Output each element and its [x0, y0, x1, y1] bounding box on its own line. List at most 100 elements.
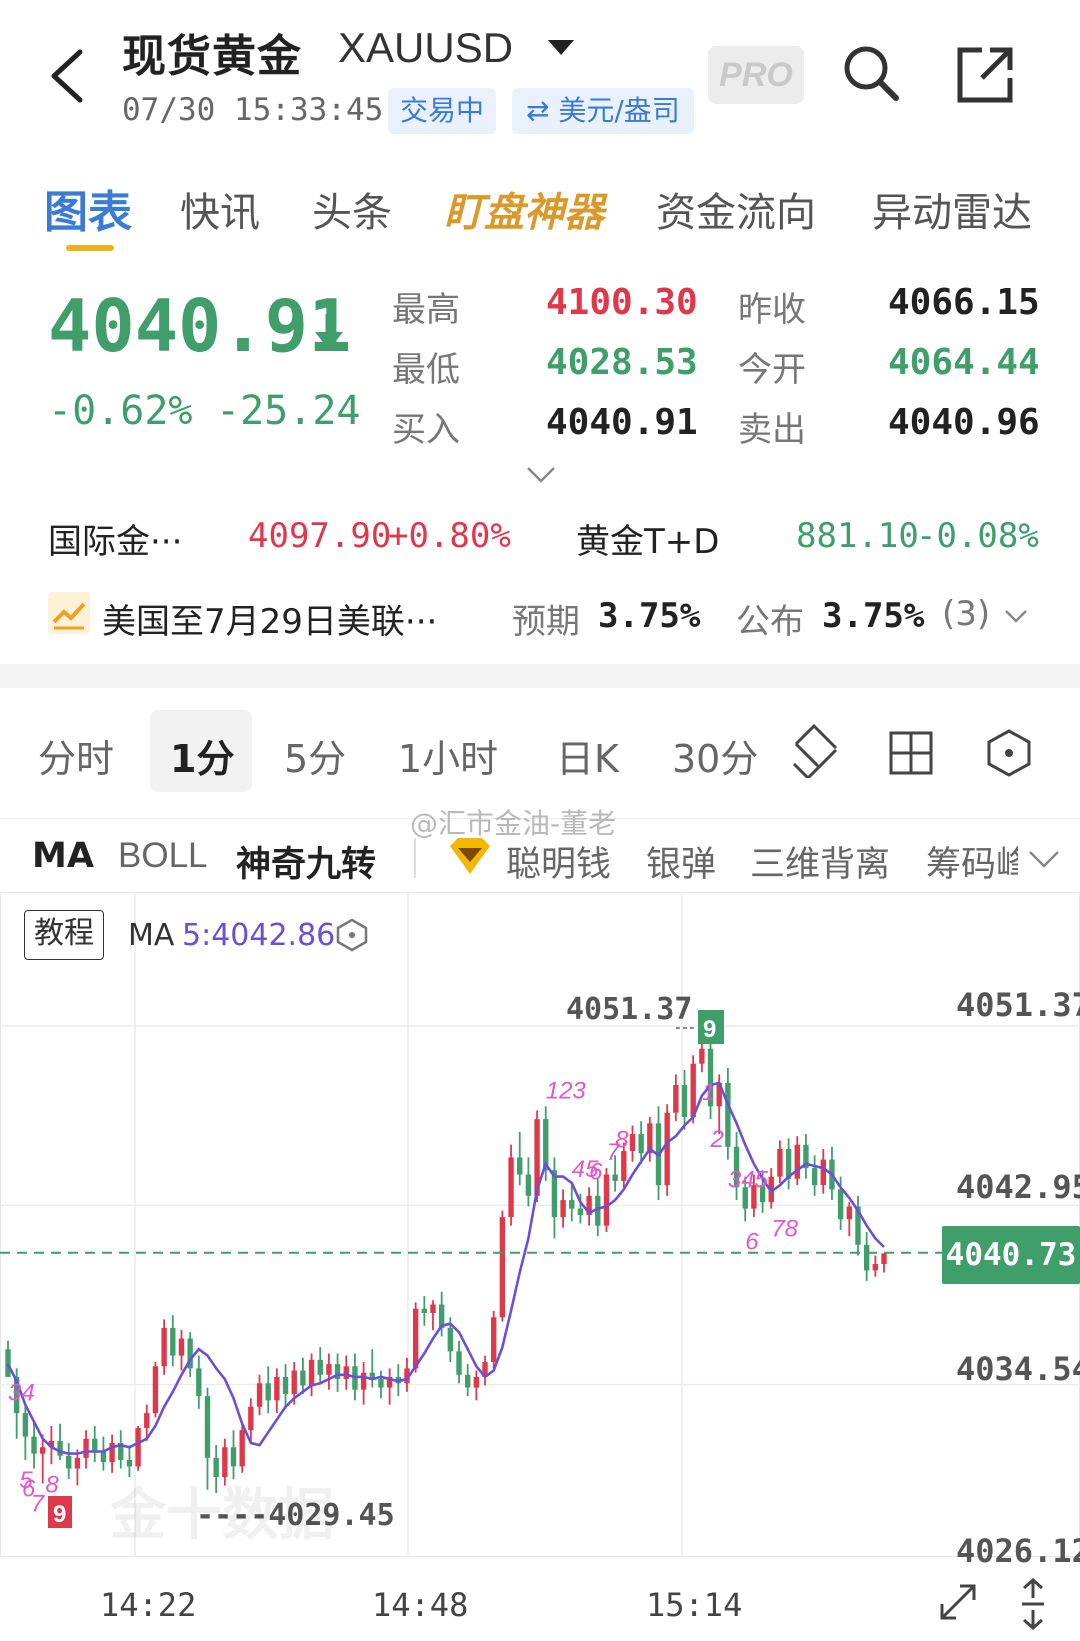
candle-body — [248, 1406, 254, 1431]
candle-body — [629, 1134, 636, 1152]
ask-label: 卖出 — [738, 410, 806, 450]
layout-grid-icon[interactable] — [888, 730, 934, 776]
candle-body — [22, 1413, 29, 1437]
candlestick-chart[interactable]: 34567812345678123456 7899 — [0, 892, 1080, 1557]
event-actual-label: 公布 — [736, 602, 804, 642]
candle-body — [178, 1338, 185, 1356]
candle-body — [5, 1349, 11, 1377]
candle-body — [83, 1438, 89, 1458]
candle-body — [881, 1253, 887, 1264]
indicator-chip-peak[interactable]: 筹码峰 — [926, 836, 1018, 887]
td9-count-mark: 6 — [745, 1228, 759, 1255]
candle-body — [464, 1374, 471, 1388]
candle-body — [412, 1308, 419, 1369]
td9-count-mark: 345 — [728, 1167, 769, 1194]
period-tab-timeshare[interactable]: 分时 — [38, 728, 114, 783]
event-text[interactable]: 美国至7月29日美联··· — [102, 594, 437, 643]
chevron-down-icon[interactable] — [1028, 850, 1060, 868]
period-tab-1h[interactable]: 1小时 — [398, 728, 498, 783]
td9-buy-badge-label: 9 — [53, 1501, 66, 1528]
candle-body — [777, 1148, 783, 1177]
indicator-td9[interactable]: 神奇九转 — [236, 836, 376, 887]
ma-legend-value: 5:4042.86 — [182, 918, 336, 953]
related-pct-2: -0.08% — [916, 516, 1039, 556]
x-axis-label: 14:48 — [372, 1586, 469, 1624]
search-icon[interactable] — [842, 44, 900, 102]
related-value-1: 4097.90 — [248, 516, 392, 556]
chevron-down-icon[interactable] — [1004, 608, 1028, 623]
candle-body — [517, 1157, 523, 1175]
indicator-divergence[interactable]: 三维背离 — [750, 836, 890, 887]
bid-value: 4040.91 — [546, 402, 698, 443]
tab-capital-flow[interactable]: 资金流向 — [656, 180, 816, 238]
candle-body — [508, 1157, 514, 1218]
tab-headlines[interactable]: 头条 — [312, 180, 392, 238]
tab-news[interactable]: 快讯 — [180, 180, 260, 238]
candle-body — [820, 1159, 826, 1186]
tab-watcher[interactable]: 盯盘神器 — [444, 180, 604, 238]
period-tab-30m[interactable]: 30分 — [672, 728, 762, 783]
unit-switch-badge[interactable]: ⇄ 美元/盎司 — [512, 88, 694, 134]
candle-body — [135, 1428, 141, 1467]
ma-settings-icon[interactable] — [336, 918, 368, 952]
candle-body — [621, 1151, 627, 1181]
related-name-2[interactable]: 黄金T+D — [576, 514, 719, 563]
candle-body — [196, 1368, 202, 1397]
period-tab-1m[interactable]: 1分 — [170, 728, 234, 783]
indicator-silver-bullet[interactable]: 银弹 — [646, 836, 716, 887]
x-axis-label: 15:14 — [646, 1586, 743, 1624]
vertical-scale-icon[interactable] — [1016, 1576, 1050, 1632]
candle-body — [360, 1372, 367, 1390]
share-icon[interactable] — [956, 46, 1014, 104]
brand-watermark: 金十数据 — [110, 1483, 334, 1548]
candle-body — [100, 1451, 107, 1463]
indicator-boll[interactable]: BOLL — [118, 836, 208, 876]
candle-body — [638, 1134, 644, 1154]
td9-count-mark: 2 — [710, 1126, 724, 1153]
candle-body — [126, 1460, 133, 1467]
ask-value: 4040.96 — [888, 402, 1040, 443]
period-tab-5m[interactable]: 5分 — [284, 728, 346, 783]
td9-count-mark: 34 — [8, 1380, 35, 1407]
candle-body — [31, 1436, 37, 1454]
indicator-smart-money[interactable]: 聪明钱 — [506, 836, 611, 887]
ma5-line — [6, 1081, 885, 1455]
bid-label: 买入 — [392, 410, 460, 450]
candle-body — [421, 1308, 428, 1314]
current-price-tag: 4040.73 — [942, 1226, 1080, 1284]
tutorial-button[interactable]: 教程 — [24, 910, 104, 960]
tab-active-indicator — [66, 245, 114, 251]
related-name-1[interactable]: 国际金··· — [48, 514, 182, 563]
related-pct-1: +0.80% — [388, 516, 511, 556]
candle-body — [725, 1082, 731, 1147]
chart-settings-icon[interactable] — [986, 728, 1032, 778]
drawing-tool-icon[interactable] — [790, 723, 840, 781]
candle-body — [664, 1112, 670, 1186]
event-expected-label: 预期 — [512, 602, 580, 642]
tab-chart[interactable]: 图表 — [44, 176, 132, 240]
candle-body — [456, 1351, 462, 1375]
event-count[interactable]: (3) — [942, 594, 990, 634]
related-value-2: 881.10 — [796, 516, 919, 556]
pro-button[interactable]: PRO — [708, 46, 804, 104]
fullscreen-icon[interactable] — [936, 1580, 980, 1624]
candle-body — [872, 1263, 879, 1271]
event-actual-value: 3.75% — [822, 596, 925, 636]
candle-body — [74, 1457, 81, 1469]
change-percent: -0.62% — [48, 388, 193, 434]
period-tab-daily[interactable]: 日K — [556, 728, 619, 783]
candle-body — [92, 1438, 98, 1452]
candle-body — [846, 1206, 852, 1220]
indicator-ma[interactable]: MA — [32, 836, 94, 876]
candle-body — [491, 1317, 497, 1363]
high-marker-label: 4051.37 — [566, 992, 693, 1027]
back-button[interactable] — [44, 44, 94, 108]
candle-body — [811, 1168, 818, 1186]
symbol-selector[interactable]: XAUUSD — [338, 24, 513, 72]
page-title: 现货黄金 — [122, 31, 302, 82]
low-label: 最低 — [392, 350, 460, 390]
ma-legend-label: MA — [128, 918, 175, 953]
chevron-down-icon[interactable] — [526, 466, 556, 484]
tab-radar[interactable]: 异动雷达 — [872, 180, 1032, 238]
caret-down-icon[interactable] — [548, 40, 574, 56]
